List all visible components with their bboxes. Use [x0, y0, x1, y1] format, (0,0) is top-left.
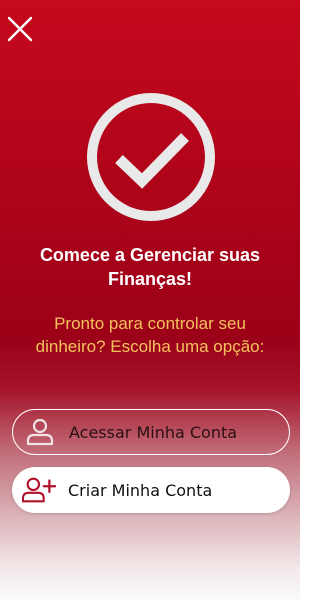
close-icon — [7, 16, 33, 42]
title-line-1: Comece a Gerenciar suas — [39, 245, 261, 265]
user-icon — [23, 417, 57, 447]
check-circle-icon — [86, 92, 216, 222]
signup-button[interactable]: Criar Minha Conta — [12, 467, 290, 513]
title-line-2: Finanças! — [107, 269, 193, 289]
login-button-label: Acessar Minha Conta — [69, 422, 238, 442]
welcome-screen: Comece a Gerenciar suas Finanças! Pronto… — [0, 0, 300, 600]
signup-button-label: Criar Minha Conta — [68, 480, 213, 500]
login-button[interactable]: Acessar Minha Conta — [12, 409, 290, 455]
subtitle-line-2: dinheiro? Escolha uma opção: — [35, 337, 265, 356]
close-button[interactable] — [6, 15, 34, 43]
subtitle: Pronto para controlar seu dinheiro? Esco… — [6, 312, 294, 358]
page-title: Comece a Gerenciar suas Finanças! — [10, 243, 290, 291]
user-plus-icon — [22, 475, 56, 505]
subtitle-line-1: Pronto para controlar seu — [54, 314, 246, 333]
